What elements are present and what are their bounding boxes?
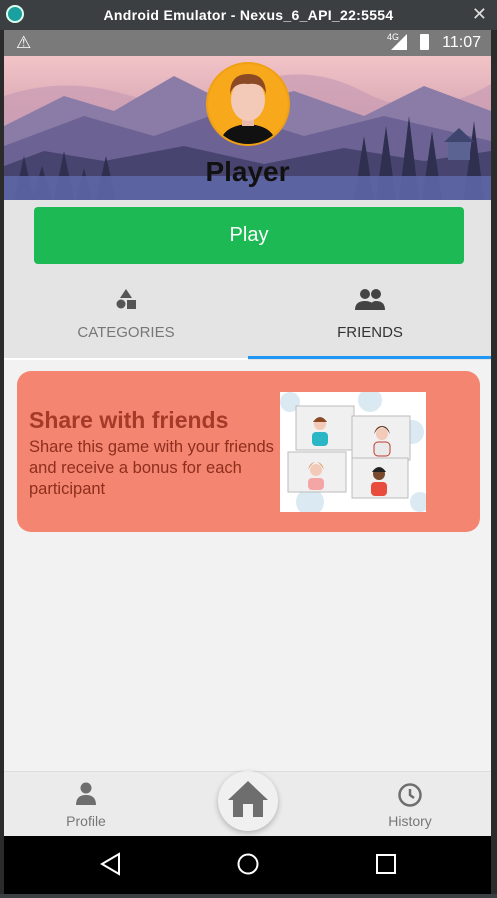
tab-categories[interactable]: CATEGORIES <box>4 274 248 358</box>
recents-icon[interactable] <box>374 852 398 876</box>
battery-icon <box>420 34 429 50</box>
person-icon <box>26 782 146 808</box>
shapes-icon <box>4 286 248 312</box>
window-close-button[interactable]: ✕ <box>472 4 487 25</box>
window-title: Android Emulator - Nexus_6_API_22:5554 <box>103 7 394 23</box>
tab-friends-label: FRIENDS <box>337 324 403 341</box>
tab-bar: CATEGORIES FRIENDS <box>4 274 491 360</box>
play-button[interactable]: Play <box>34 207 464 264</box>
emulator-titlebar: Android Emulator - Nexus_6_API_22:5554 ✕ <box>0 0 497 30</box>
clock-icon <box>350 782 470 808</box>
tab-friends[interactable]: FRIENDS <box>248 274 491 358</box>
profile-header: Player <box>4 56 491 200</box>
home-circle-icon[interactable] <box>236 852 260 876</box>
nav-profile-label: Profile <box>66 813 106 829</box>
status-time: 11:07 <box>442 34 481 51</box>
android-navigation-bar <box>4 836 491 894</box>
home-icon <box>228 781 268 817</box>
app-screen: Player Play CATEGORIES FRIENDS Share wit… <box>4 56 491 836</box>
nav-history-label: History <box>388 813 432 829</box>
nav-profile[interactable]: Profile <box>26 772 146 836</box>
share-card-description: Share this game with your friends and re… <box>29 438 274 498</box>
nav-history[interactable]: History <box>350 772 470 836</box>
tab-selected-indicator <box>248 356 491 359</box>
emulator-frame-bottom <box>0 894 497 898</box>
signal-icon <box>391 34 407 50</box>
warning-icon: ⚠ <box>16 33 32 52</box>
avatar[interactable] <box>206 62 290 146</box>
people-icon <box>248 286 491 312</box>
player-name: Player <box>205 156 290 187</box>
tab-categories-label: CATEGORIES <box>77 324 175 341</box>
status-bar: ⚠ 4G 11:07 <box>4 30 491 56</box>
home-button[interactable] <box>218 771 278 831</box>
share-card[interactable]: Share with friends Share this game with … <box>17 371 480 532</box>
share-card-title: Share with friends <box>29 407 229 433</box>
back-icon[interactable] <box>99 852 123 876</box>
tab-divider <box>4 358 248 360</box>
video-call-illustration <box>280 392 426 512</box>
